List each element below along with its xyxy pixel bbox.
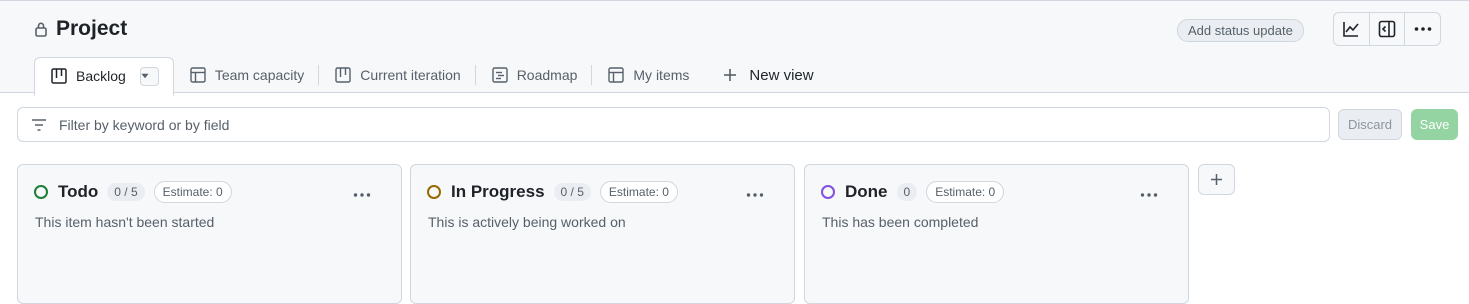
tab-options-button[interactable] (139, 66, 159, 86)
column-description: This item hasn't been started (35, 214, 215, 230)
column-header: In Progress 0 / 5 Estimate: 0 (427, 181, 678, 203)
new-view-label: New view (749, 66, 814, 84)
tab-label: Team capacity (214, 67, 305, 83)
column-header: Todo 0 / 5 Estimate: 0 (34, 181, 232, 203)
filter-bar (17, 107, 1330, 142)
item-count-badge: 0 / 5 (107, 183, 145, 201)
tab-roadmap[interactable]: Roadmap (476, 56, 592, 94)
lock-icon (35, 22, 47, 37)
tab-backlog[interactable]: Backlog (34, 56, 174, 96)
tab-label: Backlog (76, 68, 126, 84)
in-progress-status-icon (427, 185, 441, 199)
board-column-todo: Todo 0 / 5 Estimate: 0 This item hasn't … (17, 164, 402, 304)
column-header: Done 0 Estimate: 0 (821, 181, 1005, 203)
tab-current-iteration[interactable]: Current iteration (319, 56, 474, 94)
estimate-badge: Estimate: 0 (153, 181, 232, 203)
tab-label: Roadmap (516, 67, 578, 83)
new-view-button[interactable]: New view (703, 66, 814, 84)
board-column-in-progress: In Progress 0 / 5 Estimate: 0 This is ac… (410, 164, 795, 304)
triangle-down-icon (141, 73, 149, 79)
more-icon (746, 193, 764, 197)
column-name: In Progress (451, 182, 545, 201)
side-panel-icon (1378, 20, 1396, 38)
filter-input[interactable] (57, 115, 1329, 134)
board-column-done: Done 0 Estimate: 0 This has been complet… (804, 164, 1189, 304)
more-options-button[interactable] (1405, 13, 1440, 45)
item-count-badge: 0 / 5 (553, 183, 591, 201)
filter-icon (32, 118, 46, 131)
board-icon (335, 67, 351, 83)
column-options-button[interactable] (746, 185, 764, 203)
done-status-icon (821, 185, 835, 199)
discard-button[interactable]: Discard (1338, 109, 1402, 140)
title-row: Project (34, 17, 127, 41)
column-description: This is actively being worked on (428, 214, 626, 230)
insights-icon (1343, 22, 1359, 37)
estimate-badge: Estimate: 0 (599, 181, 678, 203)
tab-label: Current iteration (360, 67, 461, 83)
board-icon (51, 68, 67, 84)
page-title: Project (56, 17, 128, 40)
table-icon (608, 67, 625, 83)
more-icon (1140, 193, 1158, 197)
add-column-button[interactable] (1198, 164, 1235, 195)
insights-button[interactable] (1334, 13, 1370, 45)
roadmap-icon (491, 67, 508, 83)
plus-icon (724, 69, 737, 81)
column-name: Done (845, 182, 888, 201)
project-header: Project Add status update Backlog Team c… (0, 0, 1469, 96)
column-description: This has been completed (822, 214, 979, 230)
more-icon (353, 193, 371, 197)
add-status-update-button[interactable]: Add status update (1177, 19, 1304, 42)
column-name: Todo (58, 182, 99, 201)
estimate-badge: Estimate: 0 (926, 181, 1005, 203)
column-options-button[interactable] (353, 185, 371, 203)
item-count-badge: 0 (896, 183, 918, 201)
plus-icon (1211, 174, 1222, 185)
save-button[interactable]: Save (1411, 109, 1458, 140)
side-panel-button[interactable] (1370, 13, 1406, 45)
tab-label: My items (633, 67, 690, 83)
header-icon-group (1333, 12, 1441, 46)
tab-team-capacity[interactable]: Team capacity (174, 56, 318, 94)
tab-my-items[interactable]: My items (592, 56, 703, 94)
view-tabs: Backlog Team capacity Current iteration … (34, 55, 814, 96)
column-options-button[interactable] (1140, 185, 1158, 203)
table-icon (190, 67, 206, 83)
more-icon (1414, 27, 1431, 31)
todo-status-icon (34, 185, 48, 199)
